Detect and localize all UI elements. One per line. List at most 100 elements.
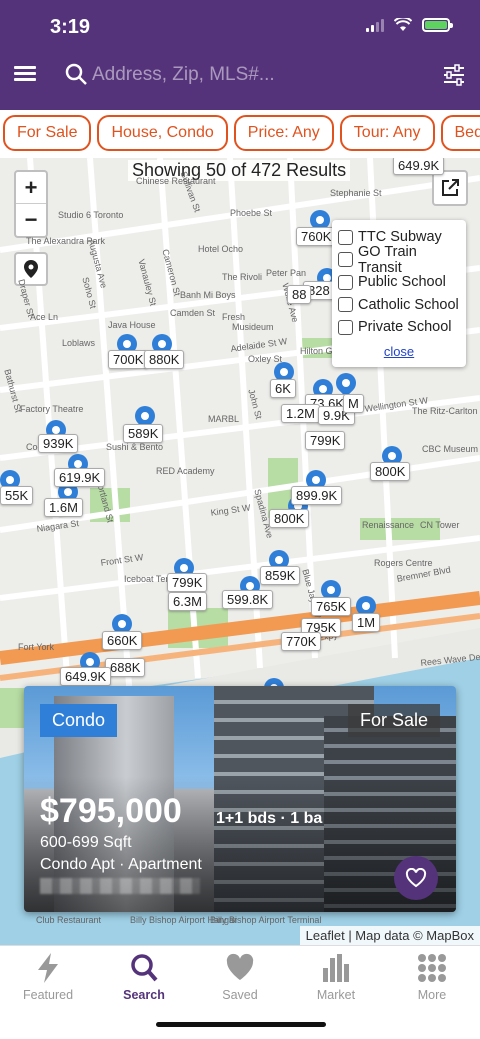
tab-search[interactable]: Search: [96, 952, 192, 1002]
price-marker[interactable]: 770K: [281, 632, 322, 651]
grid-dots-icon: [418, 954, 446, 982]
price-marker[interactable]: 6.3M: [168, 592, 207, 611]
filter-sliders-icon[interactable]: [442, 64, 466, 86]
checkbox[interactable]: [338, 252, 353, 268]
listing-card[interactable]: Condo For Sale $795,000 1+1 bds · 1 ba 6…: [24, 686, 456, 912]
price-marker[interactable]: 765K: [311, 597, 352, 616]
cellular-signal-icon: [366, 18, 384, 32]
tab-saved[interactable]: Saved: [192, 952, 288, 1002]
map-label: CBC Museum: [422, 444, 479, 454]
map-label: Renaissance: [362, 520, 415, 530]
tab-label: Market: [316, 988, 356, 1002]
map-label: Loblaws: [62, 338, 96, 348]
price-marker[interactable]: 1.6M: [44, 498, 83, 517]
price-marker[interactable]: 55K: [0, 486, 34, 505]
chip-beds[interactable]: Beds: Any: [440, 115, 480, 151]
checkbox[interactable]: [338, 319, 353, 335]
chip-tour[interactable]: Tour: Any: [339, 115, 435, 151]
layers-close-link[interactable]: close: [338, 344, 460, 359]
map-label: Musideum: [232, 322, 274, 332]
price-marker[interactable]: 660K: [102, 631, 143, 650]
price-marker[interactable]: 760K: [296, 227, 337, 246]
layer-option[interactable]: Public School: [338, 271, 460, 294]
map-label: Rogers Centre: [374, 558, 433, 568]
location-pin-icon: [24, 260, 38, 278]
beds-baths: 1+1 bds · 1 ba: [216, 810, 323, 827]
layer-option[interactable]: Private School: [338, 316, 460, 339]
zoom-out-button[interactable]: −: [16, 204, 46, 236]
map-label: Sushi & Bento: [106, 442, 164, 452]
zoom-in-button[interactable]: +: [16, 172, 46, 204]
map-label: Iceboat Ter: [124, 574, 169, 584]
property-type-badge: Condo: [40, 704, 118, 737]
price-marker[interactable]: 649.9K: [393, 158, 445, 175]
price-marker[interactable]: M: [343, 394, 364, 413]
map-label: RED Academy: [156, 466, 215, 476]
wifi-icon: [394, 18, 412, 31]
checkbox[interactable]: [338, 274, 353, 290]
external-link-icon: [442, 179, 459, 196]
layer-label: Catholic School: [358, 296, 459, 313]
chip-property-type[interactable]: House, Condo: [97, 115, 228, 151]
price-marker[interactable]: 799K: [167, 573, 208, 592]
price-marker[interactable]: 859K: [260, 566, 301, 585]
price-marker[interactable]: 700K: [108, 350, 149, 369]
map-label: MARBL: [208, 414, 240, 424]
layer-option[interactable]: GO Train Transit: [338, 244, 460, 276]
listing-price: $795,000: [40, 792, 182, 830]
status-icons: [366, 18, 453, 32]
price-marker[interactable]: 1M: [352, 613, 381, 632]
search-icon: [65, 63, 87, 85]
map-label: Factory Theatre: [20, 404, 84, 414]
checkbox[interactable]: [338, 297, 353, 313]
price-marker[interactable]: 799K: [305, 431, 346, 450]
layer-option[interactable]: Catholic School: [338, 294, 460, 317]
price-marker[interactable]: 649.9K: [60, 667, 112, 686]
map-label: The Ritz-Carlton: [412, 406, 478, 416]
map-layers-panel: TTC Subway GO Train Transit Public Schoo…: [332, 220, 466, 367]
tab-market[interactable]: Market: [288, 952, 384, 1002]
tab-label: Search: [123, 988, 165, 1002]
square-footage: 600-699 Sqft: [40, 834, 132, 851]
map-label: Club Restaurant: [36, 915, 102, 925]
map-label: CN Tower: [420, 520, 460, 530]
map-label: Phoebe St: [230, 208, 273, 218]
map-label: Banh Mi Boys: [180, 290, 236, 300]
price-marker[interactable]: 88: [287, 285, 312, 304]
price-marker[interactable]: 619.9K: [54, 468, 106, 487]
price-marker[interactable]: 599.8K: [222, 590, 274, 609]
map-attribution[interactable]: Leaflet | Map data © MapBox: [299, 926, 480, 945]
price-marker[interactable]: 1.2M: [281, 404, 320, 423]
map-label: Fort York: [18, 642, 55, 652]
search-input[interactable]: [92, 60, 422, 90]
price-marker[interactable]: 589K: [123, 424, 164, 443]
price-marker[interactable]: 688K: [105, 658, 146, 677]
status-time: 3:19: [50, 16, 91, 38]
map-label: Fresh: [222, 312, 246, 322]
price-marker[interactable]: 6K: [270, 379, 296, 398]
status-badge: For Sale: [347, 704, 440, 737]
tab-more[interactable]: More: [384, 952, 480, 1002]
map-label: Billy Bishop Airport Terminal: [210, 915, 322, 925]
tab-label: Featured: [22, 988, 74, 1002]
price-marker[interactable]: 800K: [269, 509, 310, 528]
open-external-button[interactable]: [432, 170, 468, 206]
chip-for-sale[interactable]: For Sale: [3, 115, 92, 151]
favorite-button[interactable]: [394, 856, 438, 900]
hamburger-menu-icon[interactable]: [14, 66, 36, 82]
chip-price[interactable]: Price: Any: [233, 115, 334, 151]
lightning-icon: [38, 953, 58, 983]
map-label: Studio 6 Toronto: [58, 210, 124, 220]
price-marker[interactable]: 800K: [370, 462, 411, 481]
price-marker[interactable]: 880K: [144, 350, 185, 369]
app-header: 3:19: [0, 0, 480, 110]
tab-label: Saved: [222, 988, 258, 1002]
checkbox[interactable]: [338, 229, 353, 245]
map-label: Chinese Restaurant: [136, 176, 216, 186]
home-indicator: [156, 1022, 326, 1027]
price-marker[interactable]: 939K: [38, 434, 79, 453]
tab-label: More: [417, 988, 447, 1002]
tab-featured[interactable]: Featured: [0, 952, 96, 1002]
map-label: Stephanie St: [330, 188, 382, 198]
price-marker[interactable]: 899.9K: [291, 486, 343, 505]
